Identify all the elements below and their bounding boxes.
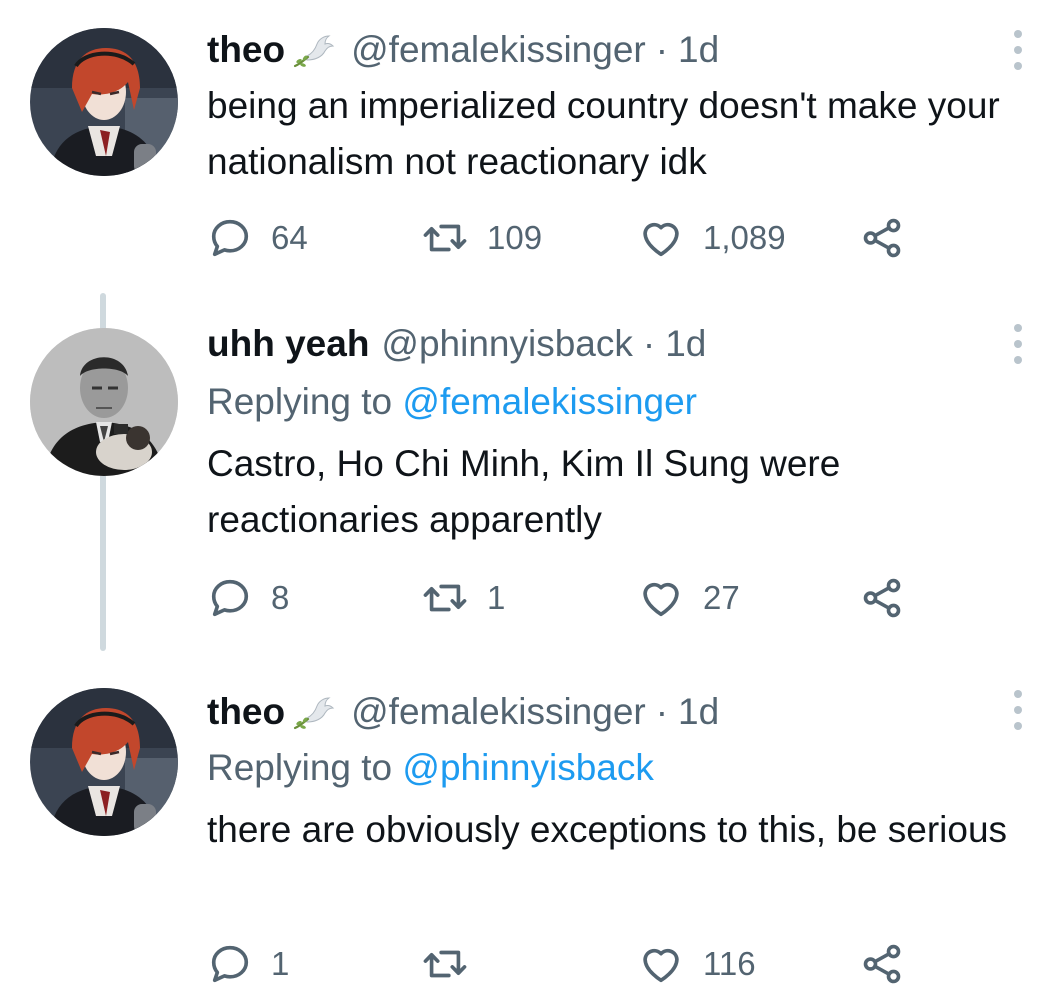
timestamp[interactable]: 1d	[665, 322, 706, 366]
replying-to-label: Replying to	[207, 747, 393, 788]
tweet-actions: 64 109 1,089	[207, 214, 927, 262]
share-button[interactable]	[859, 940, 923, 988]
avatar[interactable]	[30, 28, 178, 176]
reply-bubble-icon	[207, 941, 253, 987]
tweet-text: there are obviously exceptions to this, …	[207, 809, 1008, 850]
retweet-icon	[421, 215, 469, 261]
username[interactable]: @femalekissinger	[351, 690, 646, 734]
reply-count: 64	[271, 219, 308, 256]
heart-icon	[637, 941, 685, 987]
heart-icon	[637, 215, 685, 261]
reply-count: 8	[271, 579, 290, 616]
tweet-2[interactable]: uhh yeah @phinnyisback · 1d Replying to …	[0, 322, 1062, 662]
mention-link[interactable]: @femalekissinger	[402, 381, 697, 422]
retweet-button[interactable]	[421, 940, 487, 988]
retweet-count: 1	[487, 579, 506, 616]
tweet-header: theo @femalekissinger · 1d	[207, 28, 719, 72]
retweet-icon	[421, 941, 469, 987]
like-count: 27	[703, 579, 740, 616]
dove-emoji-icon	[293, 692, 337, 732]
reply-button[interactable]: 8	[207, 574, 289, 622]
tweet-header: uhh yeah @phinnyisback · 1d	[207, 322, 706, 366]
timestamp[interactable]: 1d	[678, 690, 719, 734]
display-name[interactable]: theo	[207, 690, 285, 734]
share-button[interactable]	[859, 214, 923, 262]
share-icon	[859, 941, 905, 987]
retweet-count: 109	[487, 219, 543, 256]
separator: ·	[655, 691, 669, 732]
separator: ·	[655, 29, 669, 70]
retweet-button[interactable]: 1	[421, 574, 505, 622]
username[interactable]: @femalekissinger	[351, 28, 646, 72]
share-icon	[859, 215, 905, 261]
like-count: 116	[703, 945, 756, 982]
tweet-header: theo @femalekissinger · 1d	[207, 690, 719, 734]
replying-to: Replying to @femalekissinger	[207, 380, 697, 424]
display-name[interactable]: uhh yeah	[207, 322, 369, 366]
tweet-actions: 8 1 27	[207, 574, 927, 622]
dove-emoji-icon	[293, 30, 337, 70]
separator: ·	[642, 323, 656, 364]
avatar[interactable]	[30, 328, 178, 476]
reply-button[interactable]: 64	[207, 214, 308, 262]
replying-to-label: Replying to	[207, 381, 393, 422]
retweet-button[interactable]: 109	[421, 214, 542, 262]
retweet-icon	[421, 575, 469, 621]
reply-button[interactable]: 1	[207, 940, 289, 988]
heart-icon	[637, 575, 685, 621]
reply-bubble-icon	[207, 215, 253, 261]
share-button[interactable]	[859, 574, 923, 622]
reply-count: 1	[271, 945, 290, 982]
tweet-text: Castro, Ho Chi Minh, Kim Il Sung were re…	[207, 443, 841, 540]
display-name[interactable]: theo	[207, 28, 285, 72]
more-options-icon[interactable]	[1008, 30, 1028, 70]
more-options-icon[interactable]	[1008, 690, 1028, 730]
like-button[interactable]: 27	[637, 574, 740, 622]
avatar[interactable]	[30, 688, 178, 836]
timestamp[interactable]: 1d	[678, 28, 719, 72]
reply-bubble-icon	[207, 575, 253, 621]
like-count: 1,089	[703, 219, 786, 256]
replying-to: Replying to @phinnyisback	[207, 746, 654, 790]
more-options-icon[interactable]	[1008, 324, 1028, 364]
tweet-1[interactable]: theo @femalekissinger · 1d being an impe…	[0, 0, 1062, 300]
tweet-3[interactable]: theo @femalekissinger · 1d Replying to @…	[0, 688, 1062, 1007]
tweet-actions: 1 116	[207, 940, 927, 988]
like-button[interactable]: 1,089	[637, 214, 786, 262]
tweet-text: being an imperialized country doesn't ma…	[207, 85, 1000, 182]
mention-link[interactable]: @phinnyisback	[402, 747, 653, 788]
username[interactable]: @phinnyisback	[381, 322, 632, 366]
like-button[interactable]: 116	[637, 940, 756, 988]
share-icon	[859, 575, 905, 621]
